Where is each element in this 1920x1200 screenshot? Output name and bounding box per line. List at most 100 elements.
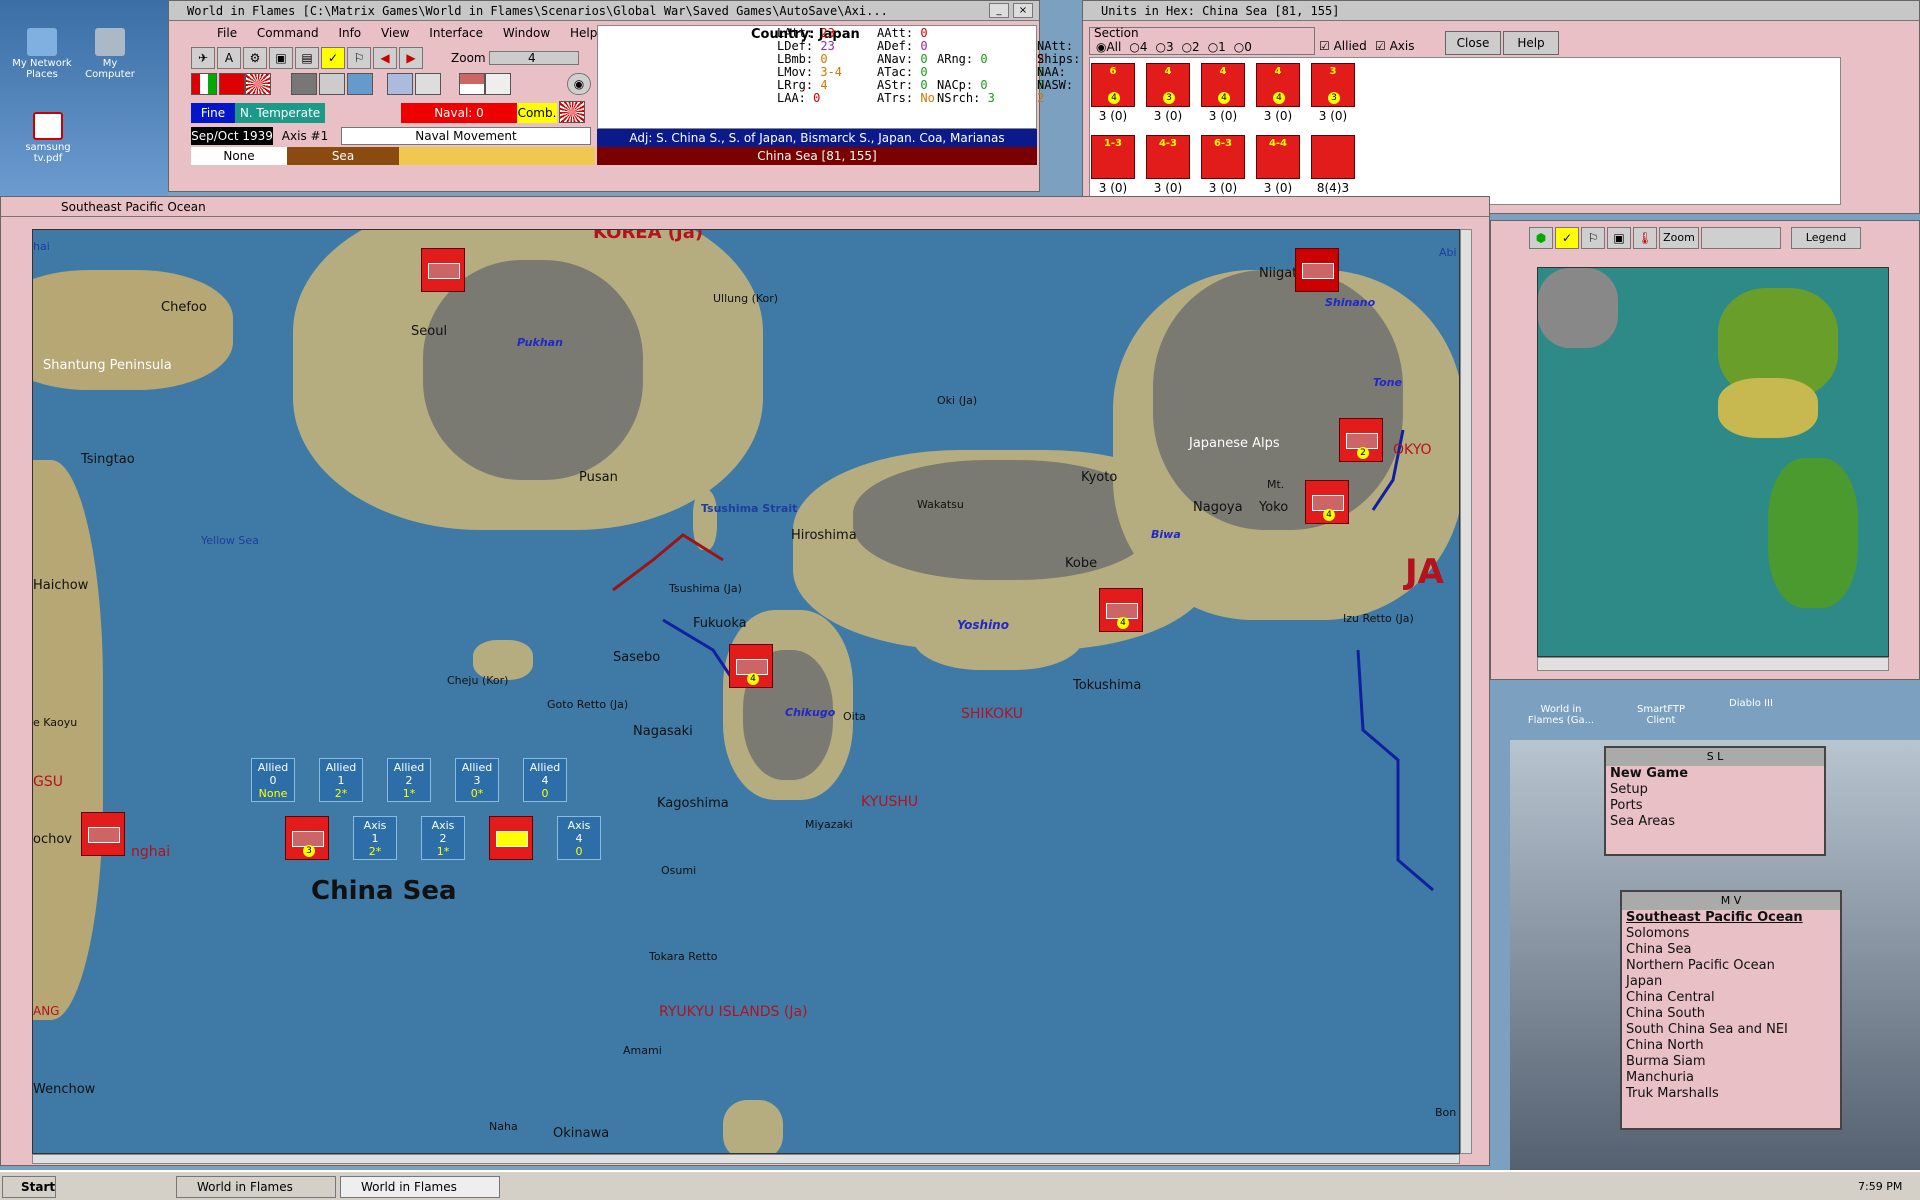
desktop-shortcut[interactable]: SmartFTP Client (1626, 704, 1696, 726)
save-icon[interactable]: ▣ (1607, 227, 1631, 249)
sl-item-new-game[interactable]: New Game (1606, 766, 1824, 782)
sl-item-ports[interactable]: Ports (1606, 798, 1824, 814)
menu-interface[interactable]: Interface (421, 25, 491, 41)
menu-command[interactable]: Command (249, 25, 327, 41)
close-window-button[interactable]: × (1013, 3, 1033, 18)
legend-button[interactable]: Legend (1791, 227, 1861, 249)
mv-list-item[interactable]: Truk Marshalls (1622, 1086, 1840, 1102)
overview-scrollbar[interactable] (1537, 657, 1889, 671)
pdf-file-icon[interactable]: samsung tv.pdf (16, 112, 80, 164)
axis-impulse-box[interactable]: Axis 2 1* (421, 816, 465, 860)
thermometer-icon[interactable]: 🌡 (1633, 227, 1657, 249)
section-radio[interactable]: ◉All (1096, 40, 1121, 54)
map-unit-shanghai[interactable] (81, 812, 125, 856)
gear-icon[interactable]: ⚙ (243, 47, 267, 69)
flag-icon[interactable] (219, 73, 245, 95)
plane-tool-icon[interactable]: ✈ (191, 47, 215, 69)
map-unit-tokyo[interactable]: 2 (1339, 418, 1383, 462)
section-radio[interactable]: ○3 (1155, 40, 1173, 54)
map-unit-yokohama[interactable]: 4 (1305, 480, 1349, 524)
zoom-slider[interactable]: 4 (489, 51, 579, 65)
text-tool-icon[interactable]: A (217, 47, 241, 69)
sl-item-sea-areas[interactable]: Sea Areas (1606, 814, 1824, 830)
sl-item-setup[interactable]: Setup (1606, 782, 1824, 798)
save-icon[interactable]: ▣ (269, 47, 293, 69)
map-unit-fukuoka[interactable]: 4 (729, 644, 773, 688)
menu-info[interactable]: Info (330, 25, 369, 41)
rising-sun-flag-icon[interactable] (245, 73, 271, 95)
map-unit-kobe[interactable]: 4 (1099, 588, 1143, 632)
axis-impulse-box[interactable]: Axis 1 2* (353, 816, 397, 860)
hex-unit[interactable]: 44 (1256, 63, 1300, 107)
network-places-icon[interactable]: My Network Places (10, 28, 74, 80)
desktop-shortcut[interactable]: World in Flames (Ga... (1526, 704, 1596, 726)
hex-unit[interactable]: 6-3 (1201, 135, 1245, 179)
flag-icon[interactable] (347, 73, 373, 95)
map-unit-china-sea-1[interactable]: 3 (285, 816, 329, 860)
mv-list-item[interactable]: South China Sea and NEI (1622, 1022, 1840, 1038)
mv-list-item[interactable]: Southeast Pacific Ocean (1622, 910, 1840, 926)
ship-icon[interactable] (1701, 227, 1781, 249)
allied-impulse-box[interactable]: Allied 4 0 (523, 758, 567, 802)
check-icon[interactable]: ✓ (321, 47, 345, 69)
hex-unit[interactable]: 4-3 (1146, 135, 1190, 179)
menu-file[interactable]: File (209, 25, 245, 41)
hex-icon[interactable]: ⬢ (1529, 227, 1553, 249)
help-button[interactable]: Help (1503, 31, 1559, 55)
note-icon[interactable]: ▤ (295, 47, 319, 69)
desktop-shortcut[interactable]: Diablo III (1716, 698, 1786, 709)
taskbar-item-wif-1[interactable]: World in Flames (176, 1176, 336, 1198)
flag-icon[interactable] (291, 73, 317, 95)
map-unit-niigata[interactable] (1295, 248, 1339, 292)
check-icon[interactable]: ✓ (1555, 227, 1579, 249)
start-button[interactable]: Start (2, 1176, 56, 1198)
flag-icon[interactable] (485, 73, 511, 95)
flag-icon[interactable]: ⚐ (1581, 227, 1605, 249)
hex-unit[interactable] (1311, 135, 1355, 179)
hex-unit[interactable]: 1-3 (1091, 135, 1135, 179)
flag-icon[interactable] (387, 73, 413, 95)
mv-list-item[interactable]: Japan (1622, 974, 1840, 990)
map-horizontal-scrollbar[interactable] (32, 1154, 1460, 1164)
map-vertical-scrollbar[interactable] (1460, 229, 1472, 1154)
mv-list-item[interactable]: Burma Siam (1622, 1054, 1840, 1070)
allied-impulse-box[interactable]: Allied 3 0* (455, 758, 499, 802)
hex-unit[interactable]: 44 (1201, 63, 1245, 107)
mv-list-item[interactable]: China Sea (1622, 942, 1840, 958)
section-radio[interactable]: ○2 (1182, 40, 1200, 54)
map-unit-korea[interactable] (421, 248, 465, 292)
flag-icon[interactable] (459, 73, 485, 95)
game-map[interactable]: KOREA (Ja) Chefoo Seoul Shantung Peninsu… (32, 229, 1460, 1154)
map-unit-china-sea-2[interactable] (489, 816, 533, 860)
arrow-left-icon[interactable]: ◀ (373, 47, 397, 69)
axis-impulse-box[interactable]: Axis 4 0 (557, 816, 601, 860)
section-radio[interactable]: ○0 (1234, 40, 1252, 54)
close-button[interactable]: Close (1445, 31, 1501, 55)
world-overview-map[interactable] (1537, 267, 1889, 657)
minimize-button[interactable]: _ (989, 3, 1009, 18)
flag-icon[interactable]: ⚐ (347, 47, 371, 69)
my-computer-icon[interactable]: My Computer (78, 28, 142, 80)
menu-view[interactable]: View (373, 25, 417, 41)
section-radio[interactable]: ○4 (1129, 40, 1147, 54)
taskbar-item-wif-2[interactable]: World in Flames (340, 1176, 500, 1198)
allied-checkbox[interactable]: ☑ Allied (1319, 39, 1367, 53)
menu-window[interactable]: Window (495, 25, 558, 41)
zoom-button[interactable]: Zoom (1659, 227, 1699, 249)
globe-icon[interactable]: ◉ (567, 73, 591, 95)
section-radio[interactable]: ○1 (1208, 40, 1226, 54)
allied-impulse-box[interactable]: Allied 2 1* (387, 758, 431, 802)
mv-list-item[interactable]: Northern Pacific Ocean (1622, 958, 1840, 974)
mv-list-item[interactable]: Solomons (1622, 926, 1840, 942)
mv-list-item[interactable]: China South (1622, 1006, 1840, 1022)
axis-checkbox[interactable]: ☑ Axis (1375, 39, 1414, 53)
hex-unit[interactable]: 4-4 (1256, 135, 1300, 179)
hex-unit[interactable]: 64 (1091, 63, 1135, 107)
allied-impulse-box[interactable]: Allied 0 None (251, 758, 295, 802)
flag-icon[interactable] (415, 73, 441, 95)
mv-list-item[interactable]: China North (1622, 1038, 1840, 1054)
hex-unit[interactable]: 43 (1146, 63, 1190, 107)
mv-list-item[interactable]: Manchuria (1622, 1070, 1840, 1086)
allied-impulse-box[interactable]: Allied 1 2* (319, 758, 363, 802)
hex-unit[interactable]: 33 (1311, 63, 1355, 107)
